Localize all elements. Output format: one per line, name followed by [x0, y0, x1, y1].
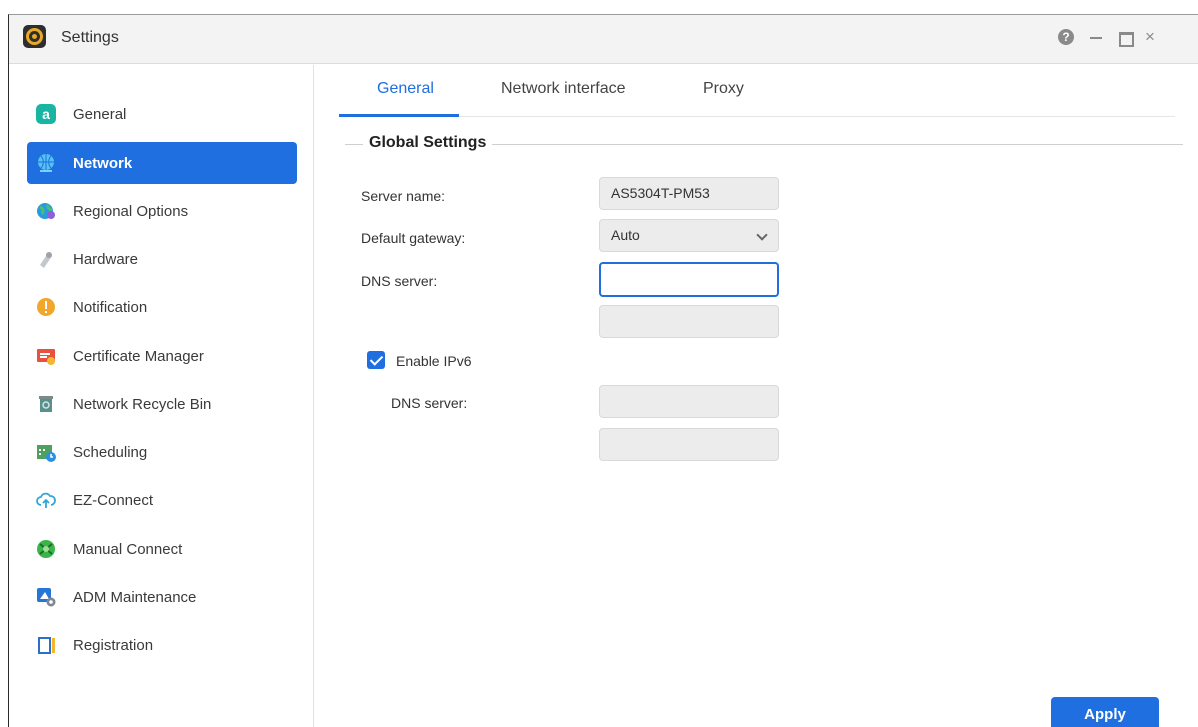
svg-text:a: a: [42, 106, 50, 122]
sidebar-item-label: Network Recycle Bin: [73, 396, 212, 413]
scheduling-icon: [36, 442, 56, 462]
sidebar-item-label: Network: [73, 155, 133, 172]
help-icon[interactable]: ?: [1058, 29, 1074, 45]
title-bar: Settings ? ×: [9, 15, 1198, 64]
default-gateway-value: Auto: [611, 227, 640, 243]
sidebar-item-network-recycle-bin[interactable]: Network Recycle Bin: [27, 383, 297, 425]
tab-bar: General Network interface Proxy: [339, 65, 1175, 117]
minimize-icon[interactable]: [1087, 28, 1105, 46]
sidebar-item-label: Manual Connect: [73, 541, 183, 558]
active-tab-indicator: [339, 114, 459, 117]
server-name-field[interactable]: AS5304T-PM53: [599, 177, 779, 210]
tab-general[interactable]: General: [377, 80, 434, 98]
chevron-down-icon: [756, 229, 768, 241]
general-icon: a: [36, 104, 56, 124]
sidebar-item-hardware[interactable]: Hardware: [27, 238, 297, 280]
regional-globe-icon: [36, 201, 56, 221]
ipv6-dns-secondary-input[interactable]: [599, 428, 779, 461]
sidebar-item-label: Hardware: [73, 251, 139, 268]
sidebar-item-notification[interactable]: Notification: [27, 286, 297, 328]
sidebar-item-scheduling[interactable]: Scheduling: [27, 431, 297, 473]
dns-primary-input[interactable]: [599, 262, 779, 297]
sidebar-item-ez-connect[interactable]: EZ-Connect: [27, 479, 297, 521]
settings-window: Settings ? × a General Network Regional …: [8, 14, 1198, 727]
tab-network-interface[interactable]: Network interface: [501, 80, 626, 98]
certificate-icon: [36, 346, 56, 366]
section-title: Global Settings: [363, 134, 493, 152]
sidebar-item-adm-maintenance[interactable]: ADM Maintenance: [27, 576, 297, 618]
hardware-icon: [36, 249, 56, 269]
ipv6-dns-server-label: DNS server:: [391, 395, 468, 411]
sidebar-item-label: General: [73, 106, 127, 123]
registration-icon: [36, 635, 56, 655]
notification-icon: [36, 297, 56, 317]
server-name-label: Server name:: [361, 188, 446, 204]
settings-app-icon: [23, 25, 46, 48]
dns-secondary-input[interactable]: [599, 305, 779, 338]
main-content: General Network interface Proxy Global S…: [315, 65, 1198, 727]
sidebar: a General Network Regional Options Hardw…: [9, 65, 314, 727]
sidebar-item-label: Scheduling: [73, 444, 148, 461]
adm-maintenance-icon: [36, 587, 56, 607]
default-gateway-label: Default gateway:: [361, 230, 466, 246]
enable-ipv6-label: Enable IPv6: [396, 353, 472, 369]
default-gateway-select[interactable]: Auto: [599, 219, 779, 252]
sidebar-item-regional-options[interactable]: Regional Options: [27, 190, 297, 232]
ipv6-dns-primary-input[interactable]: [599, 385, 779, 418]
recycle-bin-icon: [36, 394, 56, 414]
sidebar-item-general[interactable]: a General: [27, 93, 297, 135]
window-title: Settings: [61, 29, 119, 46]
sidebar-item-certificate-manager[interactable]: Certificate Manager: [27, 335, 297, 377]
manual-connect-icon: [36, 539, 56, 559]
sidebar-item-label: Certificate Manager: [73, 348, 204, 365]
sidebar-item-label: Notification: [73, 299, 148, 316]
network-globe-icon: [36, 153, 56, 173]
sidebar-item-label: Regional Options: [73, 203, 189, 220]
cloud-upload-icon: [36, 490, 56, 510]
apply-button[interactable]: Apply: [1051, 697, 1159, 727]
maximize-icon[interactable]: [1115, 28, 1134, 47]
sidebar-item-label: Registration: [73, 637, 154, 654]
sidebar-item-label: EZ-Connect: [73, 492, 154, 509]
sidebar-item-label: ADM Maintenance: [73, 589, 197, 606]
enable-ipv6-checkbox[interactable]: [367, 351, 385, 369]
sidebar-item-manual-connect[interactable]: Manual Connect: [27, 528, 297, 570]
sidebar-item-network[interactable]: Network: [27, 142, 297, 184]
dns-server-label: DNS server:: [361, 273, 438, 289]
close-icon[interactable]: ×: [1141, 28, 1159, 46]
sidebar-item-registration[interactable]: Registration: [27, 624, 297, 666]
tab-proxy[interactable]: Proxy: [703, 80, 744, 98]
